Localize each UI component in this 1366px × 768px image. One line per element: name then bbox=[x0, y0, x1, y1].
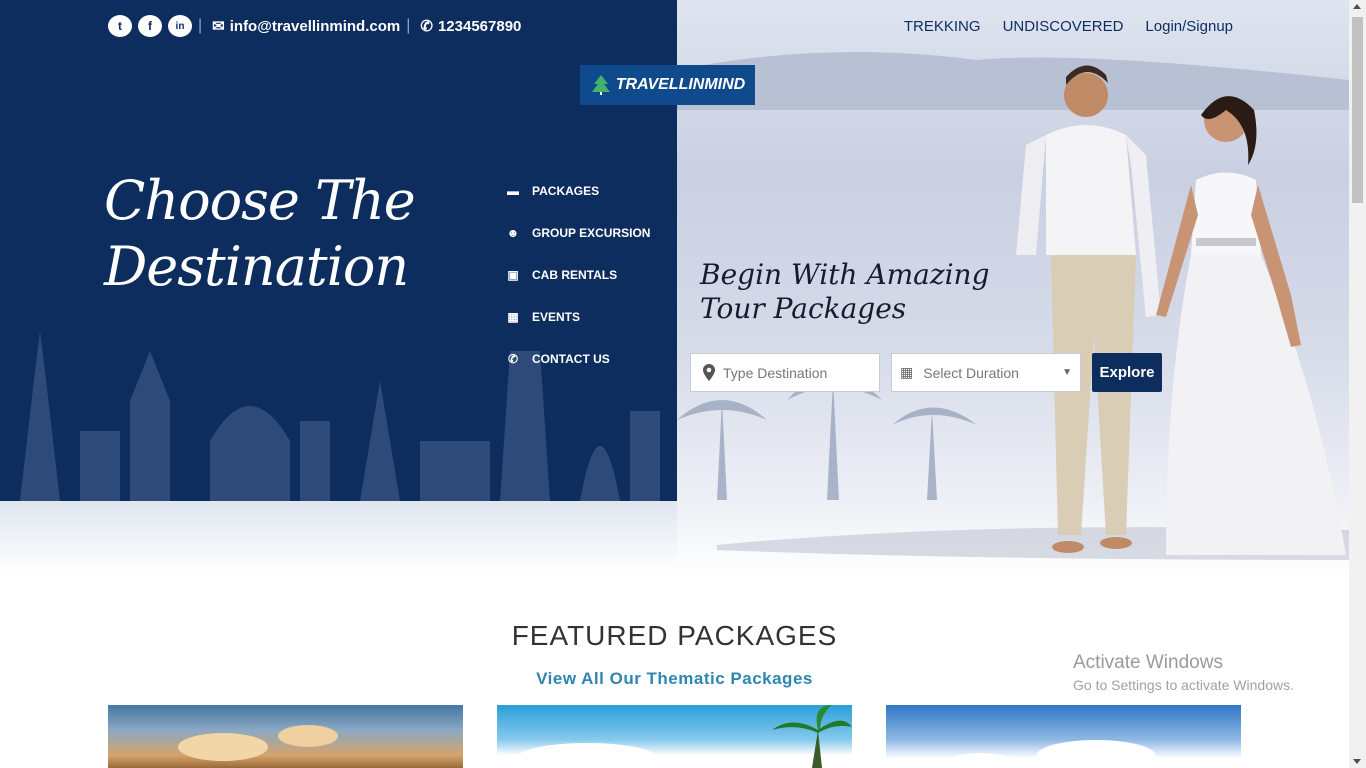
sidenav-item-cab-rentals[interactable]: ▣ CAB RENTALS bbox=[505, 254, 650, 296]
duration-select[interactable]: ▦ Select Duration ▼ bbox=[891, 353, 1081, 392]
windows-watermark-title: Activate Windows bbox=[1073, 652, 1223, 673]
page-scrollbar[interactable] bbox=[1349, 0, 1366, 768]
package-cards bbox=[108, 705, 1241, 768]
package-card[interactable] bbox=[108, 705, 463, 768]
hero-section: t f in | ✉ info@travellinmind.com | ✆ 12… bbox=[0, 0, 1349, 575]
package-card[interactable] bbox=[886, 705, 1241, 768]
nav-undiscovered[interactable]: UNDISCOVERED bbox=[1003, 18, 1124, 35]
destination-placeholder: Type Destination bbox=[723, 364, 828, 381]
email-text[interactable]: info@travellinmind.com bbox=[230, 18, 400, 35]
scroll-up-arrow-icon[interactable] bbox=[1353, 4, 1361, 9]
hero-tagline: Begin With Amazing Tour Packages bbox=[700, 258, 990, 326]
calendar-icon: ▦ bbox=[507, 310, 519, 324]
site-logo[interactable]: TRAVELLINMIND bbox=[580, 65, 755, 105]
chevron-down-icon: ▼ bbox=[1062, 367, 1072, 378]
logo-text: TRAVELLINMIND bbox=[615, 76, 746, 93]
sidenav-label: GROUP EXCURSION bbox=[532, 226, 651, 240]
nav-login-signup[interactable]: Login/Signup bbox=[1145, 18, 1233, 35]
calendar-icon: ▦ bbox=[900, 364, 914, 380]
divider: | bbox=[406, 17, 411, 34]
tagline-line-2: Tour Packages bbox=[700, 292, 907, 325]
top-nav: TREKKING UNDISCOVERED Login/Signup bbox=[904, 18, 1233, 35]
social-links: t f in | ✉ info@travellinmind.com | ✆ 12… bbox=[108, 15, 521, 37]
featured-title: FEATURED PACKAGES bbox=[511, 620, 838, 651]
destination-input[interactable]: Type Destination bbox=[690, 353, 880, 392]
cloud-shape bbox=[517, 743, 657, 768]
sidenav-item-group-excursion[interactable]: ☻ GROUP EXCURSION bbox=[505, 212, 651, 254]
sidenav-label: PACKAGES bbox=[532, 184, 600, 198]
side-nav: ▬ PACKAGES ☻ GROUP EXCURSION ▣ CAB RENTA… bbox=[505, 170, 651, 380]
sidenav-label: CAB RENTALS bbox=[532, 268, 618, 282]
tree-icon bbox=[591, 75, 610, 95]
headline-line-2: Destination bbox=[104, 235, 409, 298]
facebook-icon[interactable]: f bbox=[138, 15, 162, 37]
envelope-icon: ✉ bbox=[212, 18, 225, 35]
cloud-shape bbox=[1036, 740, 1156, 768]
cloud-shape bbox=[278, 725, 338, 747]
phone-icon: ✆ bbox=[420, 18, 433, 35]
scroll-down-arrow-icon[interactable] bbox=[1353, 759, 1361, 764]
duration-placeholder: Select Duration bbox=[923, 364, 1019, 381]
windows-watermark-subtitle: Go to Settings to activate Windows. bbox=[1073, 677, 1294, 693]
explore-button[interactable]: Explore bbox=[1092, 353, 1162, 392]
cloud-shape bbox=[178, 733, 268, 761]
users-icon: ☻ bbox=[506, 226, 520, 240]
briefcase-icon: ▬ bbox=[507, 184, 519, 198]
contact-phone[interactable]: ✆ 1234567890 bbox=[420, 17, 521, 36]
couple-photo bbox=[1016, 65, 1346, 555]
sidenav-label: EVENTS bbox=[532, 310, 581, 324]
scrollbar-thumb[interactable] bbox=[1352, 17, 1363, 203]
headline-line-1: Choose The bbox=[104, 169, 416, 232]
sidenav-item-events[interactable]: ▦ EVENTS bbox=[505, 296, 650, 338]
phone-icon: ✆ bbox=[507, 352, 519, 366]
sidenav-item-packages[interactable]: ▬ PACKAGES bbox=[505, 170, 650, 212]
hero-left-fade bbox=[0, 501, 677, 575]
cloud-shape bbox=[946, 753, 1016, 768]
sidenav-item-contact-us[interactable]: ✆ CONTACT US bbox=[505, 338, 650, 380]
nav-trekking[interactable]: TREKKING bbox=[904, 18, 981, 35]
sidenav-label: CONTACT US bbox=[532, 352, 610, 366]
linkedin-icon[interactable]: in bbox=[168, 15, 192, 37]
search-bar: Type Destination ▦ Select Duration ▼ Exp… bbox=[690, 353, 1162, 392]
package-card[interactable] bbox=[497, 705, 852, 768]
phone-text[interactable]: 1234567890 bbox=[438, 18, 521, 35]
hero-headline: Choose The Destination bbox=[104, 168, 416, 300]
divider: | bbox=[198, 17, 203, 34]
map-pin-icon bbox=[703, 364, 715, 381]
tagline-line-1: Begin With Amazing bbox=[700, 258, 990, 291]
twitter-icon[interactable]: t bbox=[108, 15, 132, 37]
palm-tree-shape bbox=[772, 705, 852, 768]
car-icon: ▣ bbox=[507, 268, 519, 282]
contact-email[interactable]: ✉ info@travellinmind.com bbox=[212, 17, 400, 36]
